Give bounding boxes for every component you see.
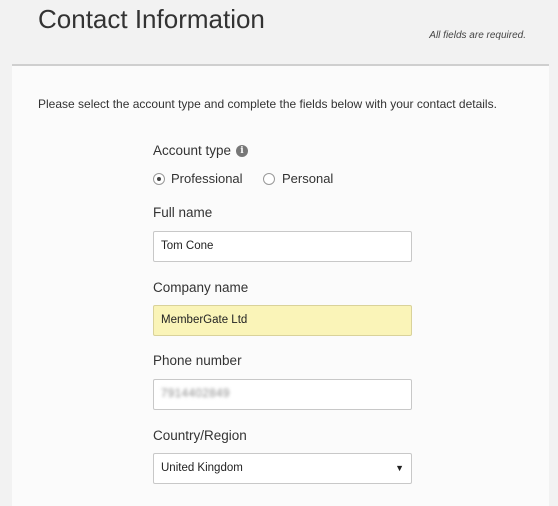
company-name-label: Company name xyxy=(153,280,249,295)
caret-down-icon: ▼ xyxy=(395,463,404,473)
full-name-value: Tom Cone xyxy=(161,240,214,252)
intro-text: Please select the account type and compl… xyxy=(38,97,497,111)
full-name-input[interactable]: Tom Cone xyxy=(153,231,412,262)
phone-number-label: Phone number xyxy=(153,353,242,368)
radio-professional-label[interactable]: Professional xyxy=(171,171,243,186)
country-region-select[interactable]: United Kingdom ▼ xyxy=(153,453,412,484)
account-type-label: Account type xyxy=(153,143,232,158)
phone-number-value: 7914402849 xyxy=(161,388,230,400)
required-note: All fields are required. xyxy=(429,30,526,41)
country-region-value: United Kingdom xyxy=(161,462,243,474)
company-name-input[interactable]: MemberGate Ltd xyxy=(153,305,412,336)
company-name-value: MemberGate Ltd xyxy=(161,314,248,326)
radio-personal[interactable] xyxy=(263,173,275,185)
radio-professional[interactable] xyxy=(153,173,165,185)
radio-personal-label[interactable]: Personal xyxy=(282,171,333,186)
header: Contact Information All fields are requi… xyxy=(0,0,558,66)
country-region-label: Country/Region xyxy=(153,428,247,443)
info-icon[interactable]: i xyxy=(236,145,248,157)
form-panel xyxy=(12,66,549,506)
page-title: Contact Information xyxy=(38,4,265,34)
full-name-label: Full name xyxy=(153,205,213,220)
phone-number-input[interactable]: 7914402849 xyxy=(153,379,412,410)
